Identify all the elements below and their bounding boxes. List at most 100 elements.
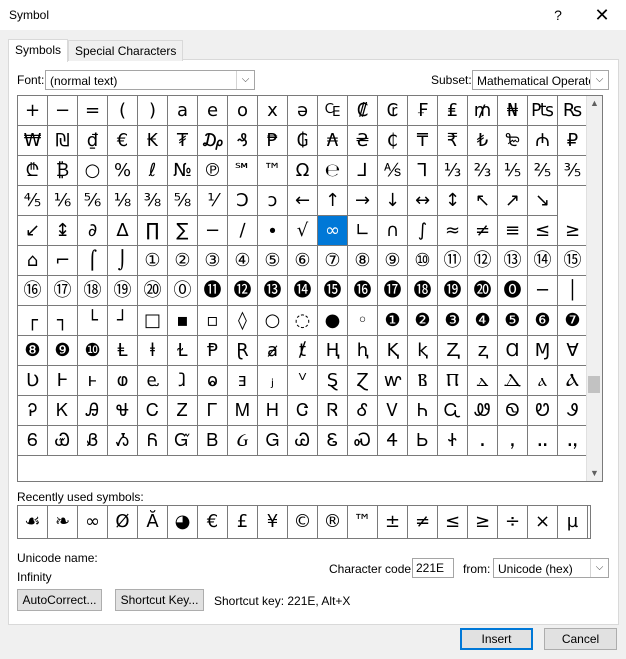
symbol-cell[interactable]: ⅍	[378, 156, 408, 186]
recent-symbol-cell[interactable]: ◕	[168, 506, 198, 538]
symbol-cell[interactable]: −	[198, 216, 228, 246]
symbol-cell[interactable]: Ⱨ	[318, 336, 348, 366]
symbol-cell[interactable]: ℗	[198, 156, 228, 186]
symbol-cell[interactable]: ┘	[108, 306, 138, 336]
symbol-cell[interactable]: Ᏽ	[228, 426, 258, 456]
symbol-cell[interactable]: Ʋ	[18, 366, 48, 396]
symbol-cell[interactable]: ❿	[78, 336, 108, 366]
symbol-cell[interactable]: Ɽ	[228, 336, 258, 366]
symbol-cell[interactable]: ❼	[558, 306, 588, 336]
symbol-cell[interactable]: Ꮚ	[288, 426, 318, 456]
symbol-cell[interactable]: ⑮	[558, 246, 588, 276]
symbol-cell[interactable]: ❺	[498, 306, 528, 336]
recent-symbol-cell[interactable]: ±	[378, 506, 408, 538]
symbol-cell[interactable]: a	[168, 96, 198, 126]
symbol-cell[interactable]: ↨	[48, 216, 78, 246]
symbol-cell[interactable]: ⑳	[138, 276, 168, 306]
chevron-down-icon[interactable]: ⌵	[590, 71, 608, 89]
symbol-cell[interactable]: ⓬	[228, 276, 258, 306]
symbol-cell[interactable]: Ꮯ	[138, 396, 168, 426]
symbol-cell[interactable]: ⱶ	[78, 366, 108, 396]
symbol-cell[interactable]: Ꮺ	[468, 396, 498, 426]
help-button[interactable]: ?	[536, 1, 580, 29]
symbol-cell[interactable]: ⅙	[48, 186, 78, 216]
insert-button[interactable]: Insert	[460, 628, 533, 650]
symbol-cell[interactable]: Ᏻ	[168, 426, 198, 456]
symbol-cell[interactable]: ₵	[378, 126, 408, 156]
symbol-cell[interactable]: ≈	[438, 216, 468, 246]
symbol-cell[interactable]: ∞	[318, 216, 348, 246]
symbol-cell[interactable]: ◊	[228, 306, 258, 336]
symbol-cell[interactable]: ₺	[468, 126, 498, 156]
symbol-cell[interactable]: ₭	[138, 126, 168, 156]
symbol-cell[interactable]: Ꮟ	[408, 426, 438, 456]
font-dropdown[interactable]: (normal text) ⌵	[45, 70, 255, 90]
symbol-cell[interactable]: ꓸ	[468, 426, 498, 456]
symbol-cell[interactable]: o	[228, 96, 258, 126]
symbol-cell[interactable]: Ꭾ	[18, 396, 48, 426]
symbol-cell[interactable]: ⱺ	[198, 366, 228, 396]
symbol-cell[interactable]: Ꮝ	[348, 426, 378, 456]
symbol-cell[interactable]: Ↄ	[228, 186, 258, 216]
symbol-cell[interactable]: ₥	[468, 96, 498, 126]
recent-symbol-cell[interactable]: ❧	[48, 506, 78, 538]
chevron-down-icon[interactable]: ⌵	[236, 71, 254, 89]
recent-symbol-cell[interactable]: ≥	[468, 506, 498, 538]
symbol-cell[interactable]: Ꮛ	[318, 426, 348, 456]
symbol-cell[interactable]: ₱	[258, 126, 288, 156]
recent-symbol-cell[interactable]: ¥	[258, 506, 288, 538]
symbol-cell[interactable]: ⑬	[498, 246, 528, 276]
recent-symbol-cell[interactable]: ∞	[78, 506, 108, 538]
symbol-cell[interactable]: ₿	[48, 156, 78, 186]
symbol-cell[interactable]: ⑦	[318, 246, 348, 276]
symbol-cell[interactable]: ₴	[348, 126, 378, 156]
symbol-cell[interactable]: ₨	[558, 96, 588, 126]
symbol-cell[interactable]: ⲇ	[468, 366, 498, 396]
symbol-cell[interactable]: ℠	[228, 156, 258, 186]
symbol-cell[interactable]: Ꮶ	[48, 396, 78, 426]
symbol-cell[interactable]: ⱻ	[228, 366, 258, 396]
autocorrect-button[interactable]: AutoCorrect...	[17, 589, 102, 611]
symbol-cell[interactable]: ┌	[18, 306, 48, 336]
symbol-cell[interactable]: ⱥ	[258, 336, 288, 366]
symbol-cell[interactable]: ↔	[408, 186, 438, 216]
symbol-cell[interactable]: ™	[258, 156, 288, 186]
symbol-cell[interactable]: ❸	[438, 306, 468, 336]
symbol-cell[interactable]: ∙	[258, 216, 288, 246]
cancel-button[interactable]: Cancel	[544, 628, 617, 650]
symbol-cell[interactable]: ❶	[378, 306, 408, 336]
symbol-cell[interactable]: ○	[78, 156, 108, 186]
symbol-cell[interactable]: ●	[318, 306, 348, 336]
symbol-cell[interactable]: ↖	[468, 186, 498, 216]
symbol-cell[interactable]: ₣	[408, 96, 438, 126]
symbol-cell[interactable]: Ᏸ	[78, 426, 108, 456]
symbol-cell[interactable]: ₤	[438, 96, 468, 126]
symbol-cell[interactable]: ₰	[228, 126, 258, 156]
symbol-cell[interactable]: =	[78, 96, 108, 126]
symbol-cell[interactable]: ₸	[408, 126, 438, 156]
subset-dropdown[interactable]: Mathematical Operato ⌵	[472, 70, 609, 90]
symbol-cell[interactable]: ⑫	[468, 246, 498, 276]
symbol-cell[interactable]: ⱹ	[168, 366, 198, 396]
symbol-cell[interactable]: ⑧	[348, 246, 378, 276]
symbol-cell[interactable]: ⑭	[528, 246, 558, 276]
recent-symbol-cell[interactable]: ®	[318, 506, 348, 538]
symbol-cell[interactable]: ∑	[168, 216, 198, 246]
symbol-cell[interactable]: Ⱪ	[378, 336, 408, 366]
symbol-cell[interactable]: Ꮇ	[228, 396, 258, 426]
symbol-cell[interactable]: Ω	[288, 156, 318, 186]
symbol-cell[interactable]: Ⲁ	[558, 366, 588, 396]
symbol-cell[interactable]: ❻	[528, 306, 558, 336]
symbol-cell[interactable]: ∆	[108, 216, 138, 246]
symbol-cell[interactable]: №	[168, 156, 198, 186]
recent-symbol-cell[interactable]: ÷	[498, 506, 528, 538]
symbol-cell[interactable]: ⅘	[18, 186, 48, 216]
symbol-cell[interactable]: ə	[288, 96, 318, 126]
symbol-cell[interactable]: Ꮒ	[408, 396, 438, 426]
symbol-cell[interactable]: Ꮰ	[108, 396, 138, 426]
symbol-cell[interactable]: ≥	[558, 216, 588, 246]
symbol-cell[interactable]: ↓	[378, 186, 408, 216]
symbol-cell[interactable]: Ȿ	[318, 366, 348, 396]
symbol-cell[interactable]: Ᵽ	[198, 336, 228, 366]
symbol-cell[interactable]: ④	[228, 246, 258, 276]
